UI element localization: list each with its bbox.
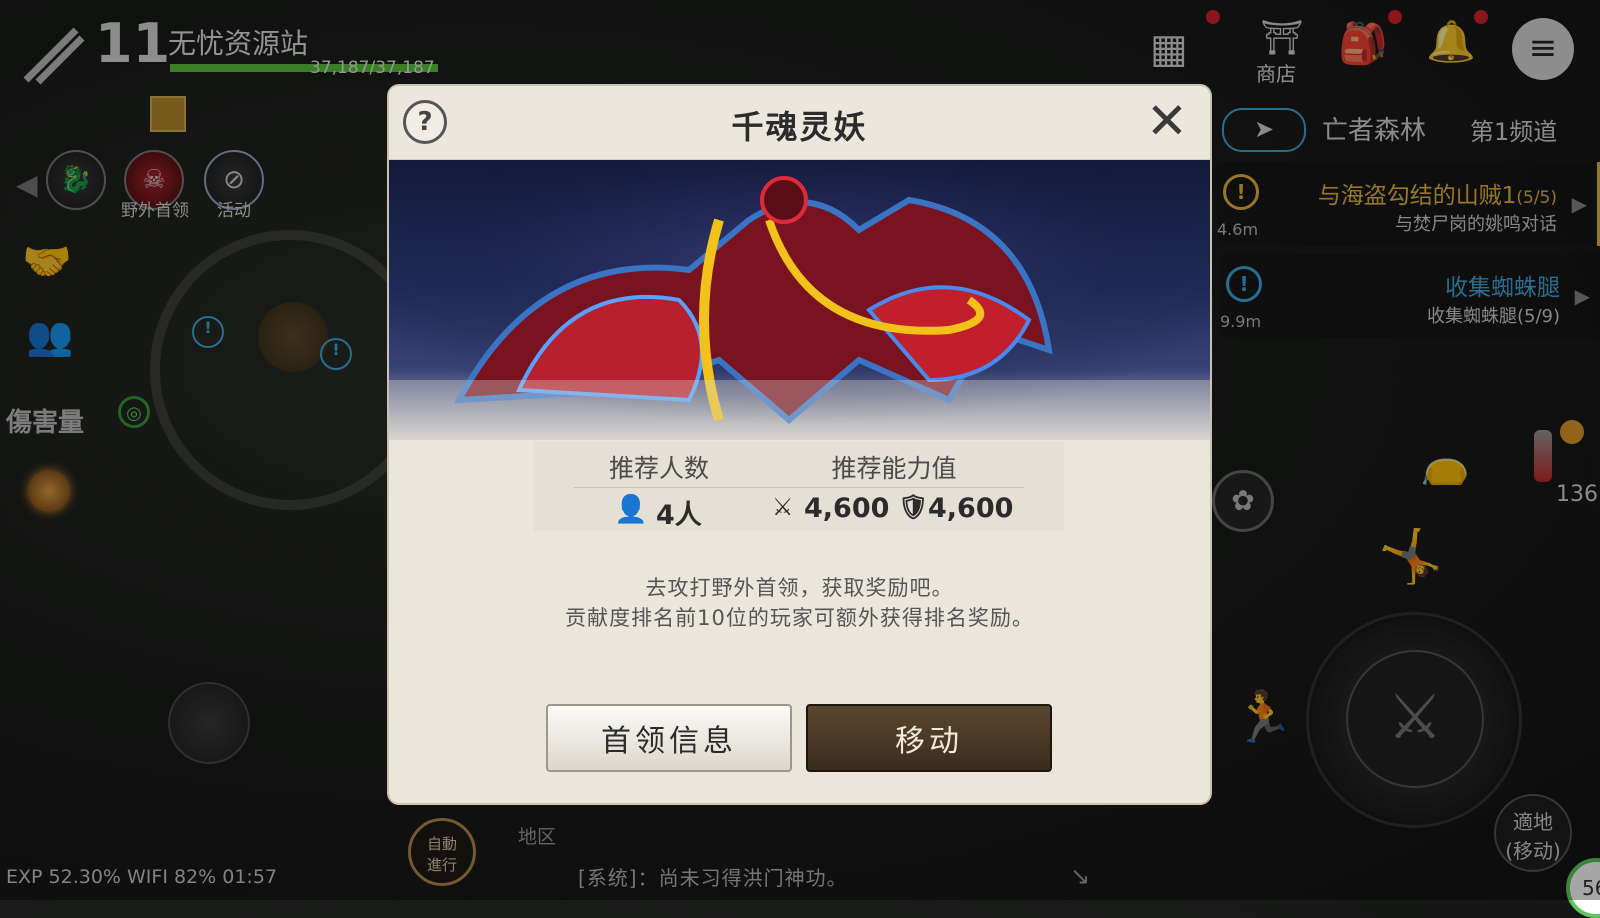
recommended-players-header: 推荐人数 xyxy=(608,454,709,483)
boss-portrait xyxy=(389,160,1210,440)
person-icon: 👤 xyxy=(614,494,648,525)
attack-icon: ⚔ xyxy=(772,493,794,521)
dialog-title: 千魂灵妖 xyxy=(731,108,868,146)
attack-power-value: 4,600 xyxy=(804,493,890,524)
recommend-stats-panel: 推荐人数 推荐能力值 👤 4人 ⚔ 4,600 🛡 4,600 xyxy=(534,441,1064,531)
defense-power-value: 4,600 xyxy=(928,493,1014,524)
recommended-power-header: 推荐能力值 xyxy=(831,454,957,483)
recommended-players-value: 4人 xyxy=(656,500,702,531)
stats-divider xyxy=(574,487,1024,488)
boss-info-button[interactable]: 首领信息 xyxy=(546,704,792,772)
dialog-description-line-1: 去攻打野外首领，获取奖励吧。 xyxy=(645,576,954,600)
defense-icon: 🛡 xyxy=(898,493,929,521)
dialog-description-line-2: 贡献度排名前10位的玩家可额外获得排名奖励。 xyxy=(565,606,1034,630)
field-boss-dialog: ? 千魂灵妖 ✕ 推荐人数 推荐能力值 👤 4人 ⚔ 4,600 🛡 4,600… xyxy=(389,86,1210,803)
dialog-header: ? 千魂灵妖 ✕ xyxy=(389,86,1210,160)
move-button[interactable]: 移动 xyxy=(806,704,1052,772)
boss-artwork xyxy=(389,160,1210,440)
close-icon[interactable]: ✕ xyxy=(1142,96,1192,146)
